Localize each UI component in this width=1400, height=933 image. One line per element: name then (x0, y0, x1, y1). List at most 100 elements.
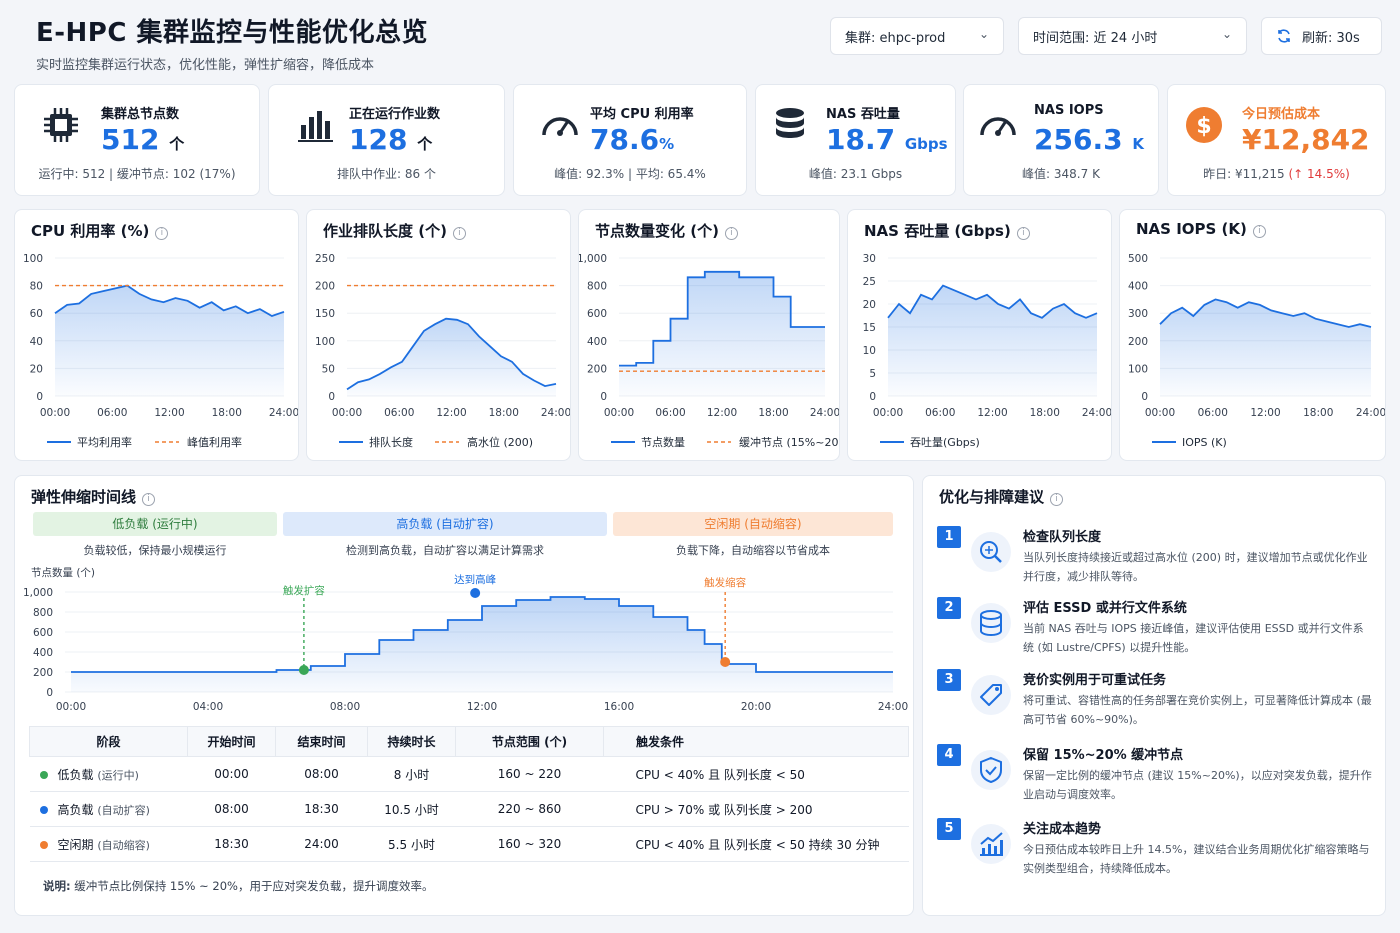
x-tick-label: 24:00 (810, 407, 839, 419)
legend-label: 缓冲节点 (15%~20%) (739, 435, 839, 449)
refresh-button[interactable]: 刷新: 30s (1261, 17, 1382, 55)
x-tick-label: 24:00 (1082, 407, 1111, 419)
y-tick-label: 25 (863, 276, 876, 288)
y-tick-label: 150 (315, 308, 335, 320)
end-cell: 08:00 (275, 756, 368, 792)
chart-svg: 30 25 20 15 10 5 0 00:00 06:00 12:00 18:00 24:00 吞吐量… (863, 253, 1111, 449)
y-tick-label: 80 (30, 281, 43, 293)
range-cell: 160 ~ 320 (455, 826, 604, 862)
x-tick-label: 00:00 (332, 407, 362, 419)
kpi-sub: 运行中: 512 | 缓冲节点: 102 (17%) (38, 167, 236, 181)
x-tick-label: 04:00 (193, 701, 223, 713)
page-subtitle: 实时监控集群运行状态，优化性能，弹性扩缩容，降低成本 (36, 58, 375, 73)
suggestion-title: 检查队列长度 (1023, 530, 1102, 545)
x-tick-label: 12:00 (154, 407, 184, 419)
refresh-icon (1278, 29, 1290, 43)
y-tick-label: 600 (587, 308, 607, 320)
peak-marker (470, 588, 481, 598)
x-tick-label: 06:00 (655, 407, 685, 419)
y-axis-label: 节点数量 (个) (31, 566, 95, 579)
series-area (347, 318, 556, 396)
legend-label: 吞吐量(Gbps) (910, 436, 980, 449)
peak-label: 达到高峰 (454, 573, 496, 586)
legend-label: 峰值利用率 (187, 435, 242, 449)
x-tick-label: 12:00 (1250, 407, 1280, 419)
y-tick-label: 5 (869, 368, 876, 380)
info-icon[interactable]: i (724, 227, 738, 240)
table-header: 结束时间 (275, 726, 368, 757)
y-tick-label: 250 (315, 253, 335, 265)
y-tick-label: 1,000 (579, 253, 607, 265)
range-cell: 220 ~ 860 (455, 791, 604, 827)
chevron-down-icon: ⌄ (978, 27, 989, 41)
time-range-select[interactable]: 时间范围: 近 24 小时 ⌄ (1018, 17, 1247, 55)
kpi-value: 128 个 (349, 123, 433, 156)
y-tick-label: 0 (869, 391, 876, 403)
kpi-card-nas: NAS 吞吐量 18.7 Gbps 峰值: 23.1 Gbps (755, 84, 956, 196)
y-tick-label: 20 (863, 299, 876, 311)
kpi-sub: 峰值: 23.1 Gbps (808, 167, 903, 181)
y-tick-label: 200 (1128, 336, 1148, 348)
y-tick-label: 400 (587, 336, 607, 348)
svg-text:$: $ (1196, 114, 1211, 139)
x-tick-label: 24:00 (1356, 407, 1385, 419)
info-icon[interactable]: i (142, 493, 156, 506)
kpi-sub: 排队中作业: 86 个 (337, 167, 436, 181)
page-title: E-HPC 集群监控与性能优化总览 (36, 18, 429, 48)
shield-icon (971, 750, 1011, 790)
kpi-label: 正在运行作业数 (349, 107, 441, 122)
x-tick-label: 16:00 (604, 701, 634, 713)
suggestions-card: 优化与排障建议 i 1 检查队列长度 当队列长度持续接近或超过高水位 (200) … (922, 475, 1386, 916)
x-tick-label: 06:00 (97, 407, 127, 419)
x-tick-label: 12:00 (436, 407, 466, 419)
y-tick-label: 0 (328, 391, 335, 403)
stage-cell: 高负载 (自动扩容) (29, 791, 188, 827)
y-tick-label: 30 (863, 253, 876, 265)
chart-svg: 500 400 300 200 100 0 00:00 06:00 12:00 18:00 24:0… (1128, 253, 1385, 449)
kpi-label: 今日预估成本 (1242, 107, 1321, 122)
legend-label: IOPS (K) (1182, 436, 1227, 449)
x-tick-label: 12:00 (467, 701, 497, 713)
status-dot (39, 805, 48, 814)
x-tick-label: 06:00 (1198, 407, 1228, 419)
kpi-sub: 峰值: 348.7 K (1022, 167, 1100, 181)
series-area (888, 285, 1097, 396)
x-tick-label: 06:00 (925, 407, 955, 419)
range-cell: 160 ~ 220 (455, 756, 604, 792)
chip-icon (44, 108, 78, 142)
kpi-value: 512 个 (101, 123, 185, 156)
y-tick-label: 100 (23, 253, 43, 265)
suggestion-number: 4 (937, 744, 961, 766)
phase-high: 高负载 (自动扩容) (283, 512, 607, 536)
phase-idle: 空闲期 (自动缩容) (613, 512, 893, 536)
x-tick-label: 24:00 (269, 407, 298, 419)
cluster-select[interactable]: 集群: ehpc-prod ⌄ (830, 17, 1004, 55)
y-tick-label: 40 (30, 336, 43, 348)
refresh-label: 刷新: 30s (1302, 30, 1360, 46)
info-icon[interactable]: i (1050, 493, 1064, 506)
y-tick-label: 300 (1128, 308, 1148, 320)
duration-cell: 8 小时 (367, 756, 456, 792)
info-icon[interactable]: i (1252, 225, 1266, 238)
chart-svg: 1,000 800 600 400 200 0 00:00 06:00 12:00 18:00 24… (579, 253, 839, 449)
y-tick-label: 400 (33, 647, 53, 659)
x-tick-label: 18:00 (758, 407, 788, 419)
y-tick-label: 200 (33, 667, 53, 679)
chart-svg: 100 80 60 40 20 0 00:00 06:00 12:00 18:00 24:00 平均利… (23, 253, 298, 449)
info-icon[interactable]: i (155, 227, 169, 240)
info-icon[interactable]: i (1016, 227, 1030, 240)
phase-desc: 负载下降，自动缩容以节省成本 (676, 544, 830, 557)
y-tick-label: 600 (33, 627, 53, 639)
info-icon[interactable]: i (452, 227, 466, 240)
scale-down-label: 触发缩容 (704, 576, 746, 589)
timeline-note: 说明: 缓冲节点比例保持 15% ~ 20%，用于应对突发负载，提升调度效率。 (43, 879, 434, 893)
nodes-chart-card: 节点数量变化 (个) i 1,000 800 600 400 200 0 00:00 06:00… (578, 209, 840, 461)
kpi-card-cpu: 平均 CPU 利用率 78.6% 峰值: 92.3% | 平均: 65.4% (513, 84, 747, 196)
suggestion-number: 5 (937, 818, 961, 840)
legend-label: 平均利用率 (77, 435, 132, 449)
y-tick-label: 10 (863, 345, 876, 357)
y-tick-label: 500 (1128, 253, 1148, 265)
condition-cell: CPU > 70% 或 队列长度 > 200 (603, 791, 909, 827)
legend-label: 高水位 (200) (467, 435, 533, 449)
database-icon (971, 603, 1011, 643)
